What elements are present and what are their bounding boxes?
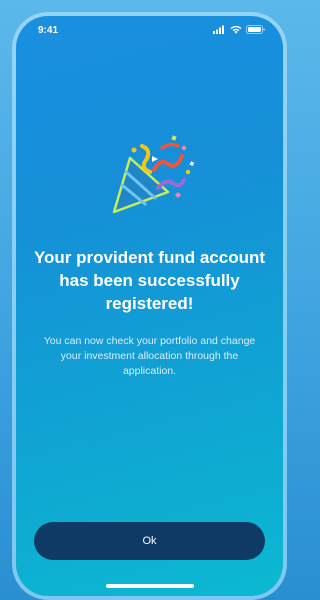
- status-bar: 9:41: [16, 16, 283, 44]
- party-popper-icon: [100, 128, 200, 228]
- signal-icon: [213, 21, 226, 39]
- success-headline: Your provident fund account has been suc…: [33, 248, 266, 313]
- wifi-icon: [230, 21, 242, 39]
- app-screen: 9:41 Your provident fund account has bee…: [16, 16, 283, 596]
- phone-frame: 9:41 Your provident fund account has bee…: [12, 12, 287, 600]
- status-icons: [213, 21, 265, 39]
- status-time: 9:41: [38, 24, 59, 36]
- home-indicator: [105, 584, 194, 588]
- battery-icon: [246, 21, 265, 39]
- ok-button[interactable]: Ok: [34, 522, 265, 560]
- success-description: You can now check your portfolio and cha…: [43, 335, 256, 377]
